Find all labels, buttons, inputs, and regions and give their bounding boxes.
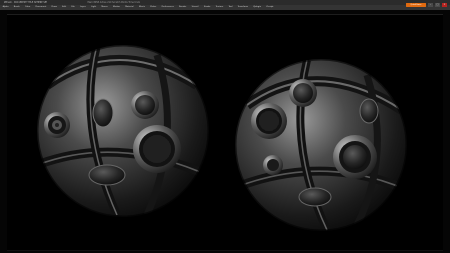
right-sphere <box>233 57 409 233</box>
close-button[interactable]: × <box>442 3 447 7</box>
menu-render[interactable]: Render <box>176 5 189 10</box>
left-sphere <box>35 43 211 219</box>
menu-macro[interactable]: Macro <box>99 5 110 10</box>
menu-edit[interactable]: Edit <box>60 5 69 10</box>
maximize-button[interactable]: □ <box>435 3 440 7</box>
menu-light[interactable]: Light <box>88 5 98 10</box>
menu-zplugin[interactable]: Zplugin <box>251 5 264 10</box>
menu-bar: Alpha Brush Color Document Draw Edit Fil… <box>0 5 450 10</box>
menu-tool[interactable]: Tool <box>226 5 235 10</box>
menu-stencil[interactable]: Stencil <box>189 5 201 10</box>
minimize-button[interactable]: – <box>428 3 433 7</box>
zbrush-window: ZBrush · DOCUMENT TITLE SPHERE SET Mem 8… <box>0 0 450 253</box>
scene-render <box>35 43 409 233</box>
menu-file[interactable]: File <box>69 5 78 10</box>
menu-brush[interactable]: Brush <box>11 5 22 10</box>
window-controls: QuickSave – □ × <box>406 0 450 10</box>
quicksave-button[interactable]: QuickSave <box>406 3 426 7</box>
menu-alpha[interactable]: Alpha <box>0 5 11 10</box>
menu-transform[interactable]: Transform <box>235 5 251 10</box>
menu-preferences[interactable]: Preferences <box>159 5 176 10</box>
menu-stroke[interactable]: Stroke <box>201 5 213 10</box>
menu-movie[interactable]: Movie <box>136 5 147 10</box>
canvas-viewport[interactable] <box>7 14 443 251</box>
menu-texture[interactable]: Texture <box>213 5 226 10</box>
menu-material[interactable]: Material <box>123 5 137 10</box>
menu-layer[interactable]: Layer <box>77 5 88 10</box>
menu-draw[interactable]: Draw <box>49 5 60 10</box>
menu-document[interactable]: Document <box>33 5 49 10</box>
menu-picker[interactable]: Picker <box>148 5 159 10</box>
menu-zscript[interactable]: Zscript <box>264 5 276 10</box>
menu-marker[interactable]: Marker <box>110 5 122 10</box>
menu-color[interactable]: Color <box>22 5 33 10</box>
